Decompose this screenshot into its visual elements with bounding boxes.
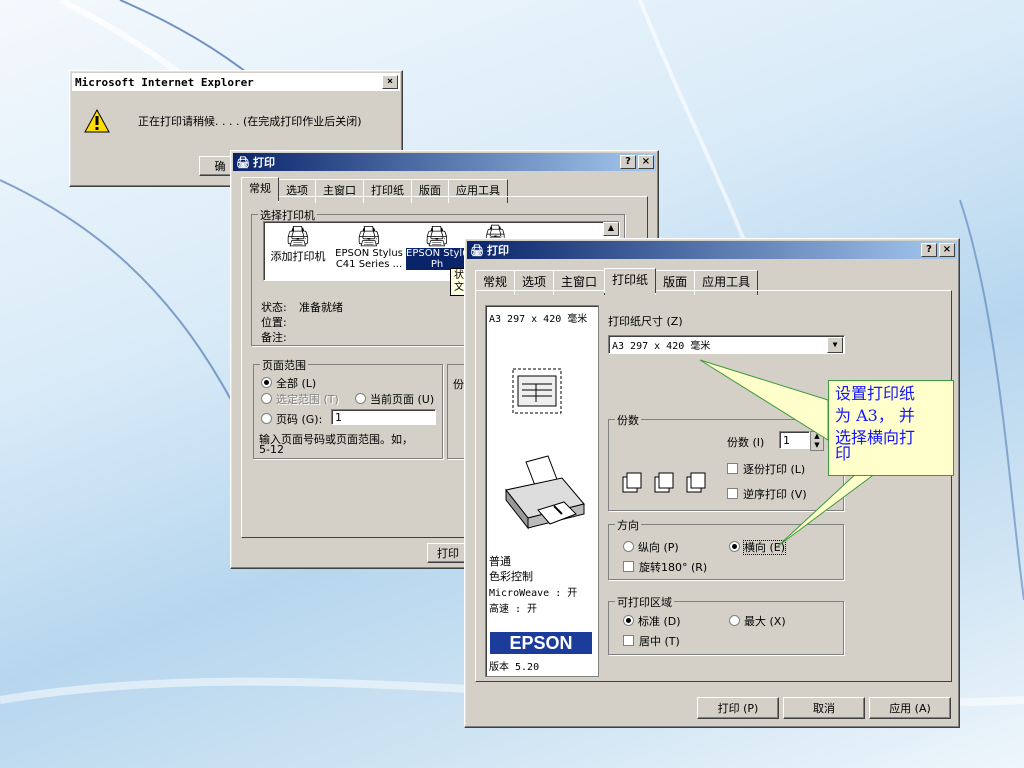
printer-item-selected[interactable]: 🖨 EPSON Stylus Ph [406,224,474,270]
copies-label-partial: 份 [453,378,464,391]
front-print-dialog: 🖨 打印 ? × 常规 选项 主窗口 打印纸 版面 应用工具 A3 297 x … [464,238,960,728]
reverse-checkbox[interactable]: 逆序打印 (V) [727,486,807,502]
comment-label: 备注: [261,331,287,344]
location-label: 位置: [261,316,287,329]
preview-pane: A3 297 x 420 毫米 普通 色彩控制 MicroWeave : 开 高… [485,305,599,677]
version-text: 版本 5.20 [489,662,540,673]
portrait-radio[interactable]: 纵向 (P) [623,539,679,555]
back-print-titlebar: 🖨 打印 ? × [233,153,656,171]
page-hint-example: 5-12 [259,443,284,456]
chevron-down-icon[interactable]: ▼ [827,337,843,353]
tab-paper[interactable]: 打印纸 [604,268,657,293]
radio-dot [623,541,634,552]
max-radio[interactable]: 最大 (X) [729,613,786,629]
checkbox-box [727,463,738,474]
printer-icon: 🖨 [470,243,484,257]
collate-checkbox[interactable]: 逐份打印 (L) [727,461,805,477]
rotate-checkbox[interactable]: 旋转180° (R) [623,559,707,575]
ie-dialog-message: 正在打印请稍候. . . . (在完成打印作业后关闭) [138,115,362,128]
status-value: 准备就绪 [299,301,343,314]
radio-dot [623,615,634,626]
mode-color: 色彩控制 [489,570,533,583]
radio-dot [729,541,740,552]
paper-size-label: 打印纸尺寸 (Z) [608,315,683,328]
mode-microweave: MicroWeave : 开 [489,588,578,599]
help-icon[interactable]: ? [620,155,636,169]
radio-dot [355,393,366,404]
close-icon[interactable]: × [638,155,654,169]
copies-input[interactable]: 1 [779,431,810,449]
collate-icon [622,472,706,493]
apply-button[interactable]: 应用 (A) [869,697,951,719]
ie-dialog-titlebar: Microsoft Internet Explorer × [72,73,400,91]
current-page-radio[interactable]: 当前页面 (U) [355,391,434,407]
envelope-icon [512,368,562,414]
checkbox-box [727,488,738,499]
radio-dot [261,393,272,404]
checkbox-box [623,635,634,646]
copies-spinner-icon[interactable]: ▲ ▼ [810,431,824,451]
printer-icon: 🖨 [356,224,382,248]
mode-highspeed: 高速 : 开 [489,604,538,615]
front-print-title: 打印 [486,244,509,257]
standard-radio[interactable]: 标准 (D) [623,613,681,629]
annotation-callout: 设置打印纸 为 A3， 并 选择横向打 印 [828,380,954,476]
printer-icon: 🖨 [236,155,250,169]
add-printer-icon: 🖨 [285,224,311,248]
paper-size-select[interactable]: A3 297 x 420 毫米 ▼ [608,335,845,354]
page-range-label: 页面范围 [260,357,308,373]
radio-dot [261,413,272,424]
copies-group-label: 份数 [615,412,641,428]
printer-icon: 🖨 [424,224,450,248]
pages-input[interactable]: 1 [331,409,436,425]
orientation-group-label: 方向 [615,517,641,533]
cancel-button[interactable]: 取消 [783,697,865,719]
close-icon[interactable]: × [939,243,955,257]
add-printer-item[interactable]: 🖨 添加打印机 [266,224,330,264]
printable-area-label: 可打印区域 [615,594,674,610]
list-scroll-up-icon[interactable]: ▲ [603,222,619,236]
mode-normal: 普通 [489,555,511,568]
checkbox-box [623,561,634,572]
radio-dot [261,377,272,388]
epson-logo: EPSON [490,632,592,654]
status-label: 状态: [261,301,287,314]
printer-illustration-icon [505,455,585,530]
landscape-radio[interactable]: 横向 (E) [729,539,787,555]
ie-dialog-title: Microsoft Internet Explorer [75,75,254,89]
print-button[interactable]: 打印 (P) [697,697,779,719]
front-print-titlebar: 🖨 打印 ? × [467,241,957,259]
tab-general[interactable]: 常规 [241,177,279,201]
warning-icon [84,109,110,133]
all-pages-radio[interactable]: 全部 (L) [261,375,316,391]
close-icon[interactable]: × [382,75,398,89]
preview-paper-size: A3 297 x 420 毫米 [489,314,588,325]
pages-radio[interactable]: 页码 (G): [261,411,322,427]
printer-item-c41[interactable]: 🖨 EPSON Stylus C41 Series ... [334,224,404,270]
back-print-button[interactable]: 打印 [427,543,469,563]
center-checkbox[interactable]: 居中 (T) [623,633,680,649]
radio-dot [729,615,740,626]
back-print-title: 打印 [252,156,275,169]
help-icon[interactable]: ? [921,243,937,257]
copies-label: 份数 (I) [727,436,765,449]
selection-radio[interactable]: 选定范围 (T) [261,391,339,407]
